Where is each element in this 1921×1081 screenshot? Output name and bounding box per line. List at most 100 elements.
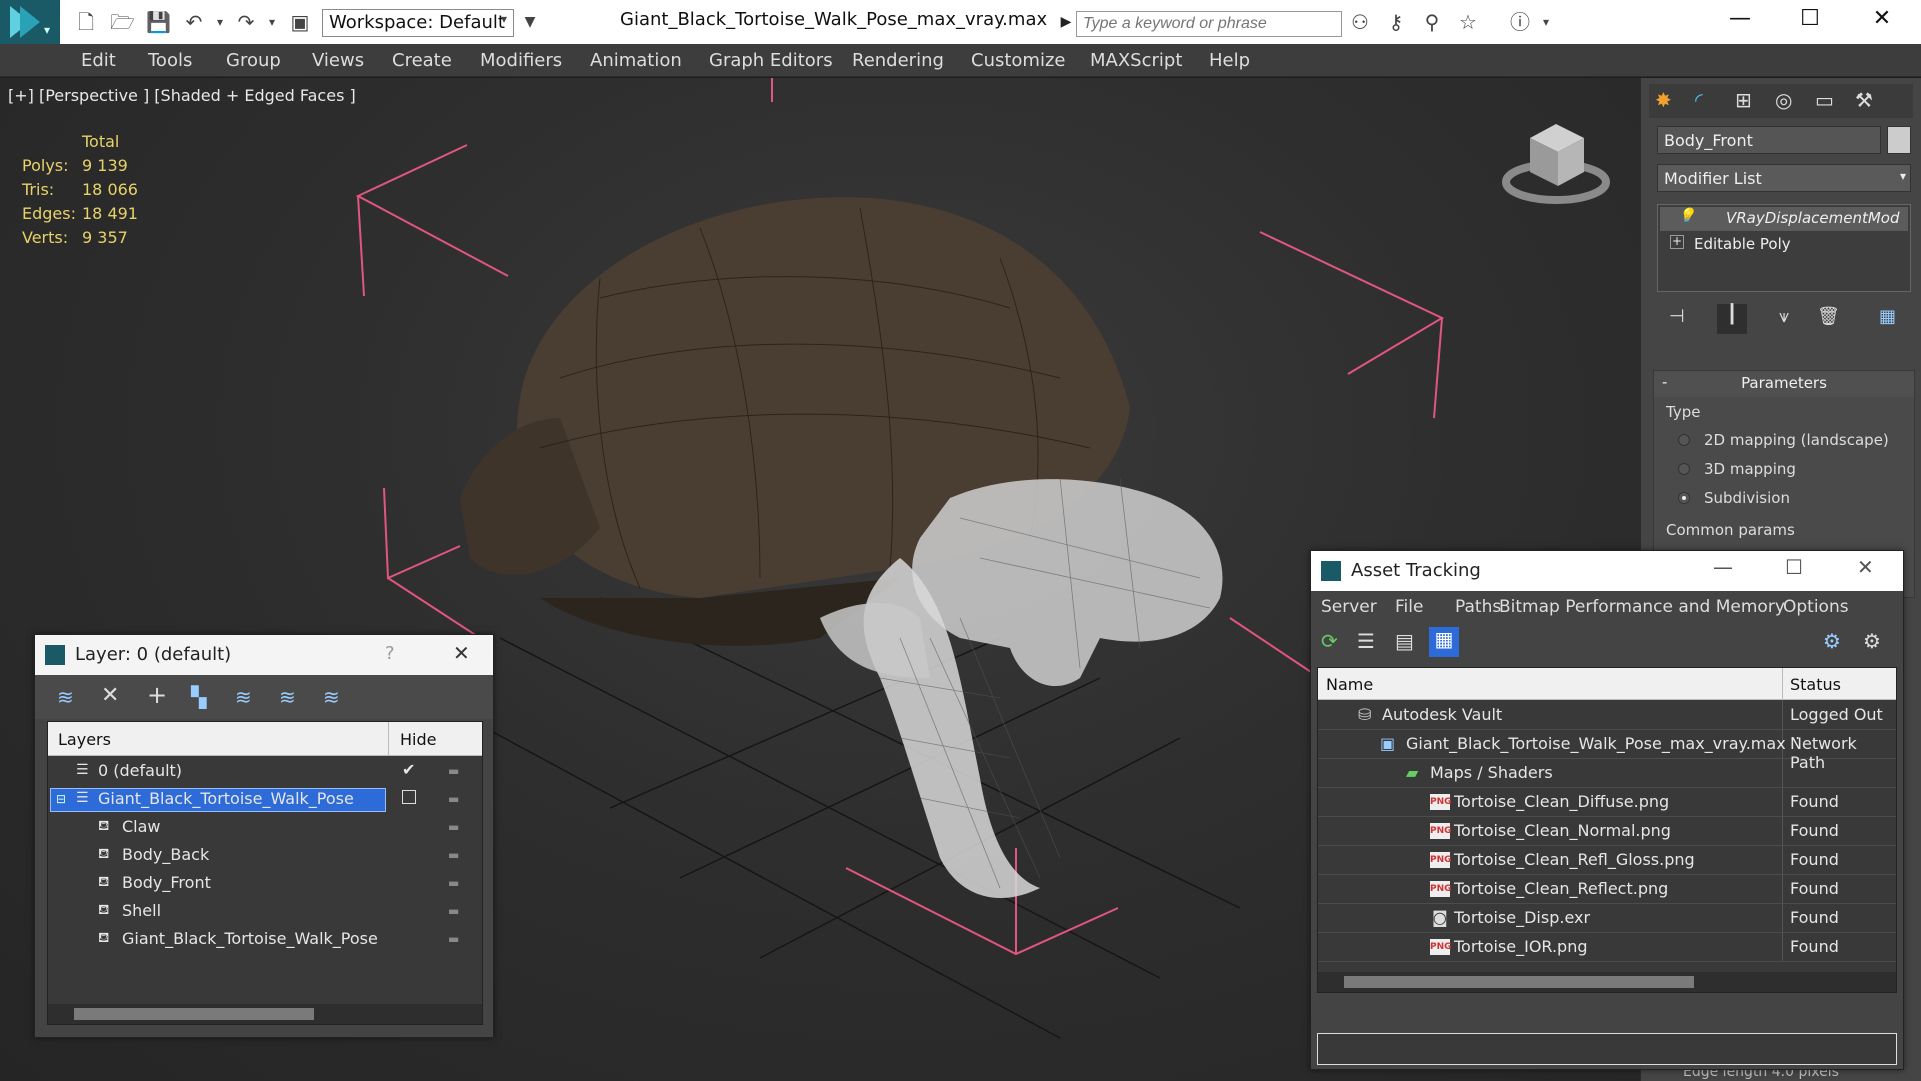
new-layer-icon[interactable]: ≋: [57, 685, 74, 709]
delete-layer-icon[interactable]: ✕: [101, 683, 119, 708]
grid-view-icon[interactable]: ▦: [1429, 627, 1459, 657]
menu-help[interactable]: Help: [1209, 50, 1250, 71]
make-unique-icon[interactable]: ⩛: [1779, 306, 1789, 327]
help-icon[interactable]: ⓘ: [1508, 10, 1532, 34]
collapse-minus-icon[interactable]: ⊟: [56, 792, 66, 806]
maximize-icon[interactable]: ☐: [1785, 555, 1803, 579]
asset-menu-options[interactable]: Options: [1783, 597, 1849, 617]
hide-toggle-icon[interactable]: ▬: [448, 904, 459, 918]
hierarchy-tab-icon[interactable]: ⊞: [1735, 88, 1752, 112]
col-layers[interactable]: Layers: [58, 730, 111, 749]
asset-window-titlebar[interactable]: Asset Tracking — ☐ ✕: [1311, 551, 1903, 591]
close-icon[interactable]: ✕: [453, 641, 470, 665]
layer-object-claw[interactable]: ⛾ Claw ▬: [48, 814, 482, 842]
expand-plus-icon[interactable]: +: [1670, 235, 1684, 249]
menu-rendering[interactable]: Rendering: [852, 50, 944, 71]
search-input[interactable]: [1076, 11, 1342, 37]
horizontal-scrollbar[interactable]: [1318, 972, 1896, 992]
select-objects-icon[interactable]: ▚: [191, 685, 206, 709]
scrollbar-thumb[interactable]: [74, 1008, 314, 1020]
asset-row-normal[interactable]: PNG Tortoise_Clean_Normal.png Found: [1318, 818, 1896, 846]
utilities-tab-icon[interactable]: ⚒: [1855, 88, 1873, 112]
display-tab-icon[interactable]: ▭: [1815, 88, 1834, 112]
workspace-menu-icon[interactable]: ▼: [518, 10, 542, 34]
show-end-result-icon[interactable]: ┃: [1717, 304, 1747, 334]
horizontal-scrollbar[interactable]: [48, 1004, 482, 1024]
radio-subdivision[interactable]: Subdivision: [1678, 489, 1790, 507]
undo-dropdown-icon[interactable]: ▾: [208, 10, 232, 34]
asset-row-refl-gloss[interactable]: PNG Tortoise_Clean_Refl_Gloss.png Found: [1318, 847, 1896, 875]
asset-row-vault[interactable]: ⛁ Autodesk Vault Logged Out ..: [1318, 702, 1896, 743]
binoculars-icon[interactable]: ⚇: [1348, 10, 1372, 34]
hide-toggle-icon[interactable]: ▬: [448, 764, 459, 778]
list-view-icon[interactable]: ☰: [1357, 629, 1375, 653]
asset-row-disp[interactable]: ◙ Tortoise_Disp.exr Found: [1318, 905, 1896, 933]
stack-item-editable-poly[interactable]: + Editable Poly: [1660, 233, 1908, 257]
open-file-icon[interactable]: 🗁: [110, 10, 135, 34]
radio-3d-mapping[interactable]: 3D mapping: [1678, 460, 1796, 478]
object-name-field[interactable]: Body_Front: [1657, 126, 1881, 154]
menu-views[interactable]: Views: [312, 50, 364, 71]
make-active-icon[interactable]: [402, 790, 416, 804]
expand-arrow-icon[interactable]: ▶: [1054, 10, 1078, 34]
layer-object-body-back[interactable]: ⛾ Body_Back ▬: [48, 842, 482, 870]
asset-row-maps-shaders[interactable]: ▰ Maps / Shaders: [1318, 760, 1896, 788]
parameters-header[interactable]: - Parameters: [1654, 371, 1914, 397]
viewport-label[interactable]: [+] [Perspective ] [Shaded + Edged Faces…: [8, 86, 356, 105]
undo-icon[interactable]: ↶: [182, 10, 206, 34]
menu-create[interactable]: Create: [392, 50, 452, 71]
refresh-icon[interactable]: ⟳: [1321, 629, 1338, 653]
hide-toggle-icon[interactable]: ▬: [448, 820, 459, 834]
freeze-all-icon[interactable]: ≋: [323, 685, 340, 709]
create-tab-icon[interactable]: ✸: [1655, 88, 1672, 112]
asset-row-ior[interactable]: PNG Tortoise_IOR.png Found: [1318, 934, 1896, 962]
menu-tools[interactable]: Tools: [148, 50, 192, 71]
favorites-star-icon[interactable]: ☆: [1456, 10, 1480, 34]
maximize-icon[interactable]: ☐: [1790, 6, 1830, 31]
menu-modifiers[interactable]: Modifiers: [480, 50, 562, 71]
configure-sets-icon[interactable]: ▦: [1879, 306, 1896, 327]
layer-object-shell[interactable]: ⛾ Shell ▬: [48, 898, 482, 926]
pin-icon[interactable]: ⚲: [1420, 10, 1444, 34]
menu-group[interactable]: Group: [226, 50, 281, 71]
asset-menu-paths[interactable]: Paths: [1455, 597, 1501, 617]
asset-path-field[interactable]: [1317, 1033, 1897, 1065]
menu-maxscript[interactable]: MAXScript: [1090, 50, 1182, 71]
asset-menu-bitmap-performance[interactable]: Bitmap Performance and Memory: [1499, 597, 1785, 617]
stack-item-vraydisplacement[interactable]: 💡 VRayDisplacementMod: [1660, 207, 1908, 231]
asset-menu-server[interactable]: Server: [1321, 597, 1377, 617]
menu-edit[interactable]: Edit: [81, 50, 116, 71]
layer-object-tortoise[interactable]: ⛾ Giant_Black_Tortoise_Walk_Pose ▬: [48, 926, 482, 954]
vault-help-icon[interactable]: ⚙: [1823, 629, 1841, 653]
hide-all-icon[interactable]: ≋: [279, 685, 296, 709]
col-status[interactable]: Status: [1790, 675, 1841, 694]
modify-tab-icon[interactable]: ◜: [1695, 88, 1703, 112]
add-to-layer-icon[interactable]: +: [147, 681, 167, 709]
workspace-dropdown[interactable]: Workspace: Default ▾: [322, 9, 514, 37]
close-icon[interactable]: ✕: [1862, 6, 1902, 31]
layer-window-titlebar[interactable]: Layer: 0 (default) ? ✕: [35, 635, 493, 675]
menu-animation[interactable]: Animation: [590, 50, 682, 71]
asset-menu-file[interactable]: File: [1395, 597, 1423, 617]
asset-row-max-file[interactable]: ▣ Giant_Black_Tortoise_Walk_Pose_max_vray…: [1318, 731, 1896, 772]
hide-toggle-icon[interactable]: ▬: [448, 876, 459, 890]
vault-settings-icon[interactable]: ⚙: [1863, 629, 1881, 653]
pin-stack-icon[interactable]: ⊣: [1669, 306, 1685, 327]
remove-modifier-icon[interactable]: 🗑: [1817, 306, 1840, 327]
asset-row-diffuse[interactable]: PNG Tortoise_Clean_Diffuse.png Found: [1318, 789, 1896, 817]
new-file-icon[interactable]: 🗋: [74, 10, 98, 34]
radio-2d-mapping[interactable]: 2D mapping (landscape): [1678, 431, 1889, 449]
lightbulb-icon[interactable]: 💡: [1678, 208, 1695, 224]
key-icon[interactable]: ⚷: [1384, 10, 1408, 34]
redo-dropdown-icon[interactable]: ▾: [260, 10, 284, 34]
layer-row-default[interactable]: ☰ 0 (default) ✔ ▬: [48, 758, 482, 786]
menu-graph-editors[interactable]: Graph Editors: [709, 50, 833, 71]
minimize-icon[interactable]: —: [1713, 555, 1733, 579]
redo-icon[interactable]: ↷: [234, 10, 258, 34]
asset-row-reflect[interactable]: PNG Tortoise_Clean_Reflect.png Found: [1318, 876, 1896, 904]
collapse-minus-icon[interactable]: -: [1662, 373, 1667, 391]
project-folder-icon[interactable]: ▣: [288, 10, 312, 34]
hide-toggle-icon[interactable]: ▬: [448, 848, 459, 862]
hide-toggle-icon[interactable]: ▬: [448, 932, 459, 946]
layer-row-tortoise[interactable]: ⊟ ☰ Giant_Black_Tortoise_Walk_Pose ▬: [48, 786, 482, 814]
